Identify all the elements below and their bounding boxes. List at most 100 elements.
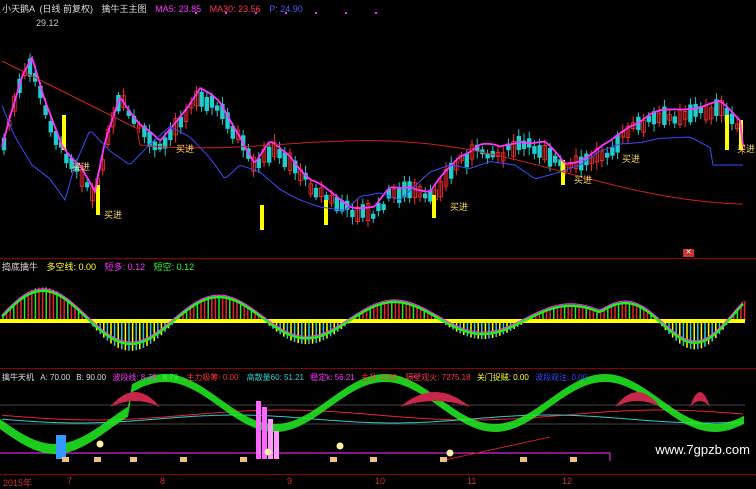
bot-c6: 主升: 0.00 bbox=[360, 373, 397, 382]
bottom-indicator-panel[interactable]: 擒牛天机 A: 70.00 B: 90.00 波段线: 8.79 8.79 主力… bbox=[0, 368, 756, 475]
signal-bar bbox=[725, 115, 729, 150]
main-chart-panel[interactable]: 买进 买进 买进 买进 买进 买进 买进 小天鹅A (日线 前复权) 擒牛王主图 MA5: … bbox=[0, 0, 756, 258]
bottom-chart-svg[interactable] bbox=[0, 369, 756, 475]
candle-body bbox=[209, 95, 215, 108]
candle-body bbox=[464, 153, 469, 168]
candle-body bbox=[537, 145, 542, 158]
candle-body bbox=[370, 213, 376, 219]
signal-bar bbox=[324, 200, 328, 225]
x-tick-4: 10 bbox=[375, 476, 386, 486]
bot-marker bbox=[570, 457, 577, 462]
indicator-name: 擒牛王主图 bbox=[101, 4, 147, 14]
signal-bar bbox=[96, 185, 100, 215]
bot-marker bbox=[62, 457, 69, 462]
buy-marker: 买进 bbox=[450, 202, 468, 212]
bot-title: 擒牛天机 bbox=[2, 373, 34, 382]
bot-marker bbox=[330, 457, 337, 462]
candle-body bbox=[422, 193, 428, 199]
x-tick-3: 9 bbox=[287, 476, 293, 486]
bot-b: B: 90.00 bbox=[76, 373, 107, 382]
bot-spike bbox=[274, 431, 279, 459]
candle-body bbox=[693, 103, 698, 117]
candle-body bbox=[85, 182, 90, 188]
candle-body bbox=[64, 153, 69, 164]
mid-item-2: 短多: 0.12 bbox=[104, 262, 146, 272]
candle-body bbox=[547, 147, 553, 167]
bot-spike bbox=[256, 401, 261, 459]
bot-c7: 隔壁观火: 7275.18 bbox=[405, 373, 471, 382]
extra-label: P: 24.90 bbox=[269, 4, 303, 14]
signal-bar bbox=[260, 205, 264, 230]
high-price-label: 29.12 bbox=[36, 18, 59, 28]
main-chart-svg[interactable]: 买进买进买进买进买进买进买进 bbox=[0, 0, 756, 258]
buy-marker: 买进 bbox=[176, 144, 194, 154]
stock-title: 小天鹅A bbox=[2, 4, 36, 14]
candle-body bbox=[396, 188, 402, 203]
x-tick-1: 7 bbox=[67, 476, 73, 486]
candle-body bbox=[615, 134, 620, 153]
candle-body bbox=[381, 204, 386, 211]
bot-marker bbox=[520, 457, 527, 462]
top-dot bbox=[315, 12, 317, 14]
candle-body bbox=[360, 204, 365, 218]
candle-body bbox=[485, 153, 490, 159]
top-dot bbox=[375, 12, 377, 14]
bot-circle bbox=[264, 448, 272, 456]
watermark: www.7gpzb.com bbox=[655, 442, 750, 457]
bot-blue-bar bbox=[56, 435, 66, 459]
candle-body bbox=[199, 91, 204, 107]
mid-curve-pink bbox=[1, 288, 744, 343]
mid-panel-header: 捣底擒牛 多空线: 0.00 短多: 0.12 短空: 0.12 bbox=[2, 260, 200, 273]
ma30-label: MA30: 23.56 bbox=[209, 4, 261, 14]
candle-body bbox=[204, 97, 209, 112]
candle-body bbox=[605, 152, 610, 158]
candle-body bbox=[672, 116, 677, 124]
candle-body bbox=[266, 146, 272, 163]
bot-c1: 波段线: 8.79 bbox=[112, 373, 157, 382]
close-box-icon[interactable]: ✕ bbox=[683, 249, 694, 257]
mid-item-1: 多空线: 0.00 bbox=[46, 262, 97, 272]
bot-diagonal bbox=[439, 436, 551, 462]
bot-marker bbox=[94, 457, 101, 462]
x-tick-6: 12 bbox=[562, 476, 573, 486]
main-panel-header: 小天鹅A (日线 前复权) 擒牛王主图 MA5: 23.85 MA30: 23.… bbox=[2, 2, 309, 15]
buy-marker: 买进 bbox=[574, 175, 592, 185]
bot-c9: 波段观注: 0.00 bbox=[535, 373, 588, 382]
bot-marker bbox=[370, 457, 377, 462]
bot-marker bbox=[440, 457, 447, 462]
mid-title: 捣底擒牛 bbox=[2, 262, 39, 272]
bot-c8: 关门捉贼: 0.00 bbox=[476, 373, 529, 382]
candle-body bbox=[277, 148, 282, 159]
candle-body bbox=[729, 113, 735, 125]
candle-body bbox=[324, 194, 329, 201]
candle-body bbox=[553, 155, 558, 163]
mid-curve-green bbox=[1, 289, 744, 346]
period-label: (日线 前复权) bbox=[39, 4, 94, 14]
bot-c2: 8.79 bbox=[162, 373, 179, 382]
mid-indicator-panel[interactable]: 捣底擒牛 多空线: 0.00 短多: 0.12 短空: 0.12 bbox=[0, 258, 756, 369]
candle-body bbox=[350, 209, 355, 218]
bot-a: A: 70.00 bbox=[40, 373, 71, 382]
ma5-label: MA5: 23.85 bbox=[155, 4, 202, 14]
bot-marker bbox=[240, 457, 247, 462]
candle-body bbox=[48, 121, 53, 133]
bot-marker bbox=[180, 457, 187, 462]
bot-marker bbox=[130, 457, 137, 462]
bottom-panel-header: 擒牛天机 A: 70.00 B: 90.00 波段线: 8.79 8.79 主力… bbox=[2, 372, 587, 383]
candle-body bbox=[214, 105, 220, 111]
candle-body bbox=[532, 146, 537, 154]
candle-body bbox=[313, 187, 319, 198]
bot-circle bbox=[446, 449, 454, 457]
candle-body bbox=[688, 104, 693, 123]
signal-bar bbox=[432, 195, 436, 218]
candle-body bbox=[610, 147, 615, 156]
buy-marker: 买进 bbox=[622, 154, 640, 164]
bot-circle bbox=[96, 440, 104, 448]
buy-marker: 买进 bbox=[104, 210, 122, 220]
bot-c3: 主力吸筹: 0.00 bbox=[186, 373, 239, 382]
mid-item-3: 短空: 0.12 bbox=[153, 262, 195, 272]
x-tick-2: 8 bbox=[160, 476, 166, 486]
bot-c4: 高散量60: 51.21 bbox=[246, 373, 305, 382]
mid-chart-svg[interactable] bbox=[0, 259, 756, 369]
x-tick-5: 11 bbox=[467, 476, 477, 486]
